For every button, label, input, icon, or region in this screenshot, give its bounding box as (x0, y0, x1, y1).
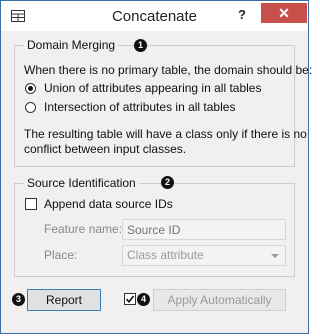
callout-badge-4: 4 (137, 293, 150, 306)
title-bar: Concatenate ? ✕ (1, 1, 308, 31)
callout-badge-3: 3 (12, 293, 25, 306)
place-label: Place: (44, 248, 78, 262)
chevron-down-icon (271, 254, 279, 258)
report-button[interactable]: Report (27, 289, 101, 311)
class-note-line-1: The resulting table will have a class on… (24, 127, 307, 141)
auto-apply-checkbox[interactable] (124, 293, 136, 305)
union-radio-label[interactable]: Union of attributes appearing in all tab… (44, 81, 261, 95)
append-ids-label[interactable]: Append data source IDs (44, 197, 173, 211)
callout-badge-1: 1 (134, 39, 147, 52)
domain-prompt: When there is no primary table, the doma… (24, 63, 313, 77)
domain-merging-title: Domain Merging (24, 38, 119, 52)
help-button[interactable]: ? (232, 6, 252, 24)
union-radio[interactable] (25, 83, 36, 94)
concatenate-window: Concatenate ? ✕ Domain Merging 1 When th… (0, 0, 313, 334)
checkmark-icon (125, 295, 135, 304)
close-button[interactable]: ✕ (261, 3, 307, 23)
class-note-line-2: conflict between input classes. (24, 142, 187, 156)
source-identification-title: Source Identification (24, 176, 139, 190)
intersection-radio[interactable] (25, 102, 36, 113)
append-ids-checkbox[interactable] (25, 198, 37, 210)
intersection-radio-label[interactable]: Intersection of attributes in all tables (44, 100, 235, 114)
feature-name-label: Feature name: (44, 222, 123, 236)
close-icon: ✕ (278, 5, 290, 21)
place-select[interactable]: Class attribute (122, 245, 286, 266)
feature-name-input[interactable] (122, 219, 286, 240)
apply-automatically-button[interactable]: Apply Automatically (153, 289, 286, 311)
callout-badge-2: 2 (161, 176, 174, 189)
place-select-value: Class attribute (127, 248, 204, 262)
